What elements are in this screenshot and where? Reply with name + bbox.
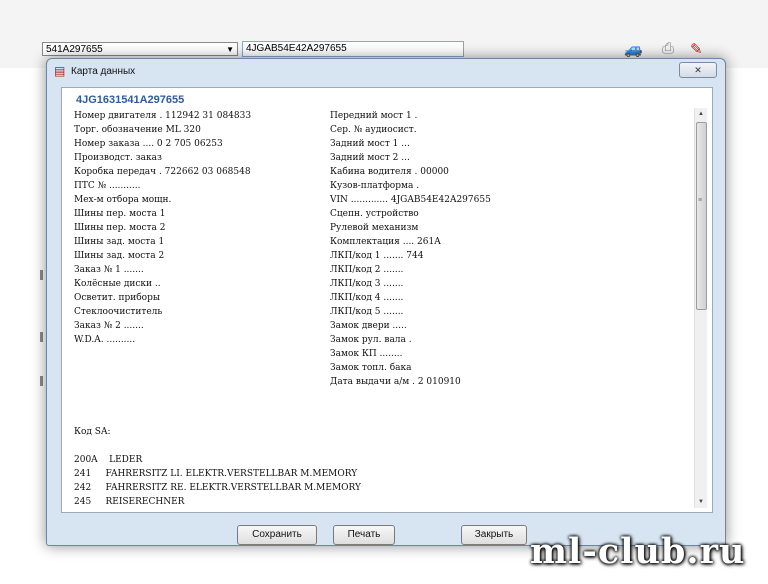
dropdown-arrow-icon[interactable]: ▼ bbox=[226, 43, 234, 57]
right-column-line: Замок топл. бака bbox=[330, 363, 412, 373]
printer-icon[interactable]: ⎙ bbox=[662, 40, 674, 57]
sa-line: 241 FAHRERSITZ LI. ELEKTR.VERSTELLBAR M.… bbox=[74, 469, 358, 479]
eraser-icon[interactable]: ✎ bbox=[690, 40, 703, 58]
close-icon: ✕ bbox=[694, 65, 702, 75]
panel-title: 4JG1631541A297655 bbox=[76, 94, 185, 106]
right-column-line: Замок двери ..... bbox=[330, 321, 407, 331]
data-card-dialog: ▤ Карта данных ✕ 4JG1631541A297655 Номер… bbox=[46, 58, 726, 546]
right-column-line: ЛКП/код 1 ....... 744 bbox=[330, 251, 424, 261]
dialog-titlebar[interactable]: ▤ Карта данных ✕ bbox=[47, 59, 725, 83]
right-column-line: ЛКП/код 2 ....... bbox=[330, 265, 404, 275]
right-column-line: VIN ............. 4JGAB54E42A297655 bbox=[330, 195, 491, 205]
right-column-line: Кабина водителя . 00000 bbox=[330, 167, 449, 177]
save-button[interactable]: Сохранить bbox=[237, 525, 317, 545]
vertical-scrollbar[interactable]: ▲ ≡ ▼ bbox=[694, 108, 707, 508]
left-column-line: Шины пер. моста 2 bbox=[74, 223, 166, 233]
left-column-line: Производст. заказ bbox=[74, 153, 162, 163]
scroll-up-icon[interactable]: ▲ bbox=[695, 108, 707, 120]
scroll-thumb[interactable] bbox=[696, 122, 707, 310]
left-column-line: Номер двигателя . 112942 31 084833 bbox=[74, 111, 252, 121]
left-column-line: Шины пер. моста 1 bbox=[74, 209, 166, 219]
left-column-line: Коробка передач . 722662 03 068548 bbox=[74, 167, 251, 177]
dialog-title: Карта данных bbox=[71, 66, 136, 77]
left-column-line: Номер заказа .... 0 2 705 06253 bbox=[74, 139, 223, 149]
left-column-line: Шины зад. моста 1 bbox=[74, 237, 165, 247]
sa-line: 200A LEDER bbox=[74, 455, 143, 465]
right-column-line: Кузов-платформа . bbox=[330, 181, 420, 191]
data-text-area[interactable]: Номер двигателя . 112942 31 084833 Торг. … bbox=[74, 110, 680, 508]
sa-header: Код SA: bbox=[74, 427, 111, 437]
right-column-line: Дата выдачи а/м . 2 010910 bbox=[330, 377, 461, 387]
dialog-close-button[interactable]: ✕ bbox=[679, 62, 717, 78]
vin-select[interactable]: 541A297655 ▼ bbox=[42, 42, 238, 56]
right-column-line: Сцепн. устройство bbox=[330, 209, 419, 219]
scroll-down-icon[interactable]: ▼ bbox=[695, 496, 707, 508]
sa-line: 245 REISERECHNER bbox=[74, 497, 185, 507]
right-column-line: ЛКП/код 4 ....... bbox=[330, 293, 404, 303]
data-panel: 4JG1631541A297655 Номер двигателя . 1129… bbox=[61, 87, 713, 513]
right-column-line: Задний мост 2 ... bbox=[330, 153, 410, 163]
print-button[interactable]: Печать bbox=[333, 525, 395, 545]
left-column-line: Осветит. приборы bbox=[74, 293, 161, 303]
right-column-line: Замок рул. вала . bbox=[330, 335, 412, 345]
right-column-line: ЛКП/код 3 ....... bbox=[330, 279, 404, 289]
left-column-line: ПТС № ........... bbox=[74, 181, 141, 191]
left-column-line: Стеклоочиститель bbox=[74, 307, 163, 317]
car-icon[interactable]: 🚙 bbox=[624, 40, 643, 58]
sa-line: 242 FAHRERSITZ RE. ELEKTR.VERSTELLBAR M.… bbox=[74, 483, 361, 493]
right-column-line: ЛКП/код 5 ....... bbox=[330, 307, 404, 317]
left-column-line: Колёсные диски .. bbox=[74, 279, 161, 289]
right-column-line: Комплектация .... 261A bbox=[330, 237, 441, 247]
left-column-line: Заказ № 2 ....... bbox=[74, 321, 144, 331]
left-column-line: Заказ № 1 ....... bbox=[74, 265, 144, 275]
right-column-line: Сер. № аудиосист. bbox=[330, 125, 417, 135]
vin-select-value: 541A297655 bbox=[46, 44, 103, 55]
site-watermark: ml-club.ru bbox=[530, 531, 746, 572]
right-column-line: Передний мост 1 . bbox=[330, 111, 418, 121]
close-button[interactable]: Закрыть bbox=[461, 525, 527, 545]
right-column-line: Задний мост 1 ... bbox=[330, 139, 410, 149]
vin-field[interactable]: 4JGAB54E42A297655 bbox=[242, 41, 464, 57]
left-column-line: Мех-м отбора мощн. bbox=[74, 195, 172, 205]
left-column-line: W.D.A. .......... bbox=[74, 335, 136, 345]
left-column-line: Шины зад. моста 2 bbox=[74, 251, 165, 261]
vin-field-value: 4JGAB54E42A297655 bbox=[246, 43, 347, 54]
scroll-grip-icon: ≡ bbox=[698, 197, 703, 204]
data-card-icon: ▤ bbox=[54, 64, 66, 78]
right-column-line: Рулевой механизм bbox=[330, 223, 419, 233]
right-column-line: Замок КП ........ bbox=[330, 349, 403, 359]
left-column-line: Торг. обозначение ML 320 bbox=[74, 125, 201, 135]
